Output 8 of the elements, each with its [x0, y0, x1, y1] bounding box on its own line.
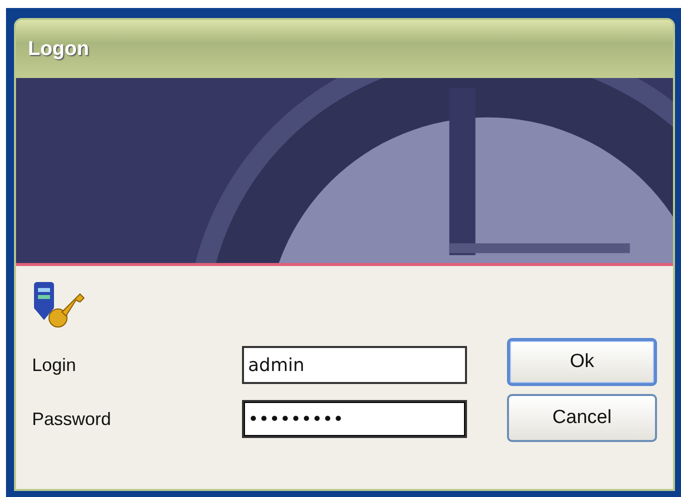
dialog-button[interactable]: Ok — [507, 338, 657, 386]
input-field[interactable]: ••••••••• — [242, 400, 467, 438]
dialog-button[interactable]: Cancel — [507, 394, 657, 442]
field-label: Password — [32, 408, 112, 430]
field-label: Login — [32, 354, 78, 377]
keys-icon — [32, 280, 86, 330]
window-title: Logon — [28, 37, 90, 62]
input-field[interactable]: admin — [242, 346, 467, 384]
